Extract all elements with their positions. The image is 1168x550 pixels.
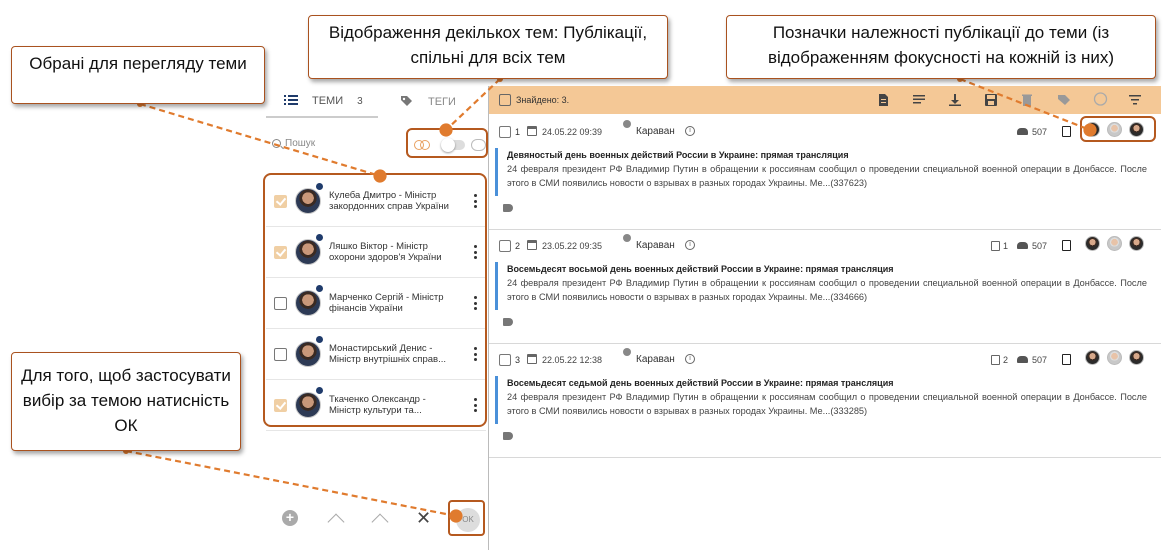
publication-number: 1 xyxy=(515,127,521,137)
callout-selected-themes: Обрані для перегляду теми xyxy=(11,46,265,104)
tag-icon[interactable] xyxy=(503,432,513,440)
callout-press-ok: Для того, щоб застосувати вибір за темою… xyxy=(11,352,241,451)
calendar-icon xyxy=(527,354,537,364)
calendar-icon xyxy=(527,126,537,136)
info-icon[interactable]: i xyxy=(685,240,695,250)
publication-number: 3 xyxy=(515,355,521,365)
tab-tags-label: ТЕГИ xyxy=(428,96,456,108)
book-icon xyxy=(991,355,1000,365)
document-count-value: 1 xyxy=(1003,241,1009,251)
tag-icon[interactable] xyxy=(503,318,513,326)
tab-themes-count: 3 xyxy=(357,95,363,107)
search-input[interactable]: Пошук xyxy=(272,134,402,152)
close-icon[interactable]: ✕ xyxy=(416,509,431,527)
globe-icon xyxy=(623,234,631,242)
globe-icon xyxy=(623,348,631,356)
download-icon[interactable] xyxy=(949,94,961,106)
publication-source[interactable]: Караван xyxy=(636,126,675,137)
results-toolbar: Знайдено: 3. xyxy=(489,86,1161,114)
info-icon[interactable]: i xyxy=(685,354,695,364)
plus-icon[interactable]: + xyxy=(282,510,298,526)
publication-checkbox[interactable] xyxy=(499,240,511,252)
screen: ТЕМИ 3 ТЕГИ Пошук Кулеба Дмитро - Мініст… xyxy=(0,0,1168,550)
publication-body: 24 февраля президент РФ Владимир Путин в… xyxy=(507,392,1147,416)
publication-item[interactable]: 1 24.05.22 09:39 Караван i 507 Девяносты… xyxy=(489,116,1161,230)
theme-mark-avatar[interactable] xyxy=(1129,236,1144,251)
tag-icon[interactable] xyxy=(1057,94,1071,106)
document-icon[interactable] xyxy=(1062,354,1071,365)
publication-title[interactable]: Восемьдесят седьмой день военных действи… xyxy=(507,378,894,388)
info-icon[interactable]: i xyxy=(685,126,695,136)
tab-themes-label: ТЕМИ xyxy=(312,95,344,107)
publication-title[interactable]: Девяностый день военных действий России … xyxy=(507,150,849,160)
callout-multi-themes: Відображення декількох тем: Публікації, … xyxy=(308,15,668,79)
text-lines-icon[interactable] xyxy=(913,94,925,106)
select-all-checkbox[interactable] xyxy=(499,94,511,106)
publication-item[interactable]: 2 23.05.22 09:35 Караван i 1 507 Восемьд… xyxy=(489,230,1161,344)
publication-checkbox[interactable] xyxy=(499,126,511,138)
audience-value: 507 xyxy=(1032,127,1048,137)
publication-body: 24 февраля президент РФ Владимир Путин в… xyxy=(507,164,1147,188)
publication-source[interactable]: Караван xyxy=(636,354,675,365)
document-count: 2 xyxy=(991,355,1008,365)
audience-value: 507 xyxy=(1032,355,1048,365)
audience-count: 507 xyxy=(1017,127,1047,137)
calendar-icon xyxy=(527,240,537,250)
document-icon[interactable] xyxy=(1062,240,1071,251)
publication-number: 2 xyxy=(515,241,521,251)
theme-mark-avatar[interactable] xyxy=(1085,236,1100,251)
publication-title[interactable]: Восемьдесят восьмой день военных действи… xyxy=(507,264,894,274)
publication-date: 24.05.22 09:39 xyxy=(542,127,603,137)
highlight-selected-themes xyxy=(263,173,487,427)
found-count: Знайдено: 3. xyxy=(516,95,570,105)
focus-bar xyxy=(495,376,498,424)
theme-marks xyxy=(1085,350,1147,370)
highlight-ok xyxy=(448,500,485,536)
panel-tabs: ТЕМИ 3 ТЕГИ xyxy=(266,86,488,120)
highlight-theme-marks xyxy=(1080,116,1156,142)
audience-count: 507 xyxy=(1017,241,1047,251)
theme-mark-avatar[interactable] xyxy=(1107,236,1122,251)
document-count: 1 xyxy=(991,241,1008,251)
people-icon xyxy=(1017,128,1028,135)
people-icon xyxy=(1017,242,1028,249)
document-count-value: 2 xyxy=(1003,355,1009,365)
globe-icon xyxy=(623,120,631,128)
tab-tags[interactable]: ТЕГИ xyxy=(378,86,488,118)
delete-icon[interactable] xyxy=(1021,94,1033,106)
document-icon[interactable] xyxy=(1062,126,1071,137)
theme-marks xyxy=(1085,236,1147,256)
focus-bar xyxy=(495,148,498,196)
publication-checkbox[interactable] xyxy=(499,354,511,366)
chevron-up-icon[interactable] xyxy=(371,513,389,531)
theme-mark-avatar[interactable] xyxy=(1107,350,1122,365)
audience-count: 507 xyxy=(1017,355,1047,365)
search-icon xyxy=(272,138,281,148)
document-icon[interactable] xyxy=(877,94,889,106)
save-icon[interactable] xyxy=(985,94,997,106)
search-placeholder: Пошук xyxy=(285,137,316,149)
tag-icon[interactable] xyxy=(503,204,513,212)
list-icon xyxy=(284,94,300,108)
highlight-toggle xyxy=(406,128,488,158)
chevron-up-icon[interactable] xyxy=(327,513,345,531)
publication-item[interactable]: 3 22.05.22 12:38 Караван i 2 507 Восемьд… xyxy=(489,344,1161,458)
chat-icon[interactable] xyxy=(1093,92,1108,107)
theme-mark-avatar[interactable] xyxy=(1085,350,1100,365)
filter-icon[interactable] xyxy=(1129,94,1141,106)
publications-panel: Знайдено: 3. 1 24.05.22 09:39 Караван i … xyxy=(488,86,1161,550)
callout-theme-marks: Позначки належності публікації до теми (… xyxy=(726,15,1156,79)
tag-icon xyxy=(400,95,416,109)
publication-date: 22.05.22 12:38 xyxy=(542,355,603,365)
people-icon xyxy=(1017,356,1028,363)
focus-bar xyxy=(495,262,498,310)
theme-mark-avatar[interactable] xyxy=(1129,350,1144,365)
tab-themes[interactable]: ТЕМИ 3 xyxy=(266,86,378,118)
audience-value: 507 xyxy=(1032,241,1048,251)
book-icon xyxy=(991,241,1000,251)
publication-source[interactable]: Караван xyxy=(636,240,675,251)
publication-date: 23.05.22 09:35 xyxy=(542,241,603,251)
publication-body: 24 февраля президент РФ Владимир Путин в… xyxy=(507,278,1147,302)
